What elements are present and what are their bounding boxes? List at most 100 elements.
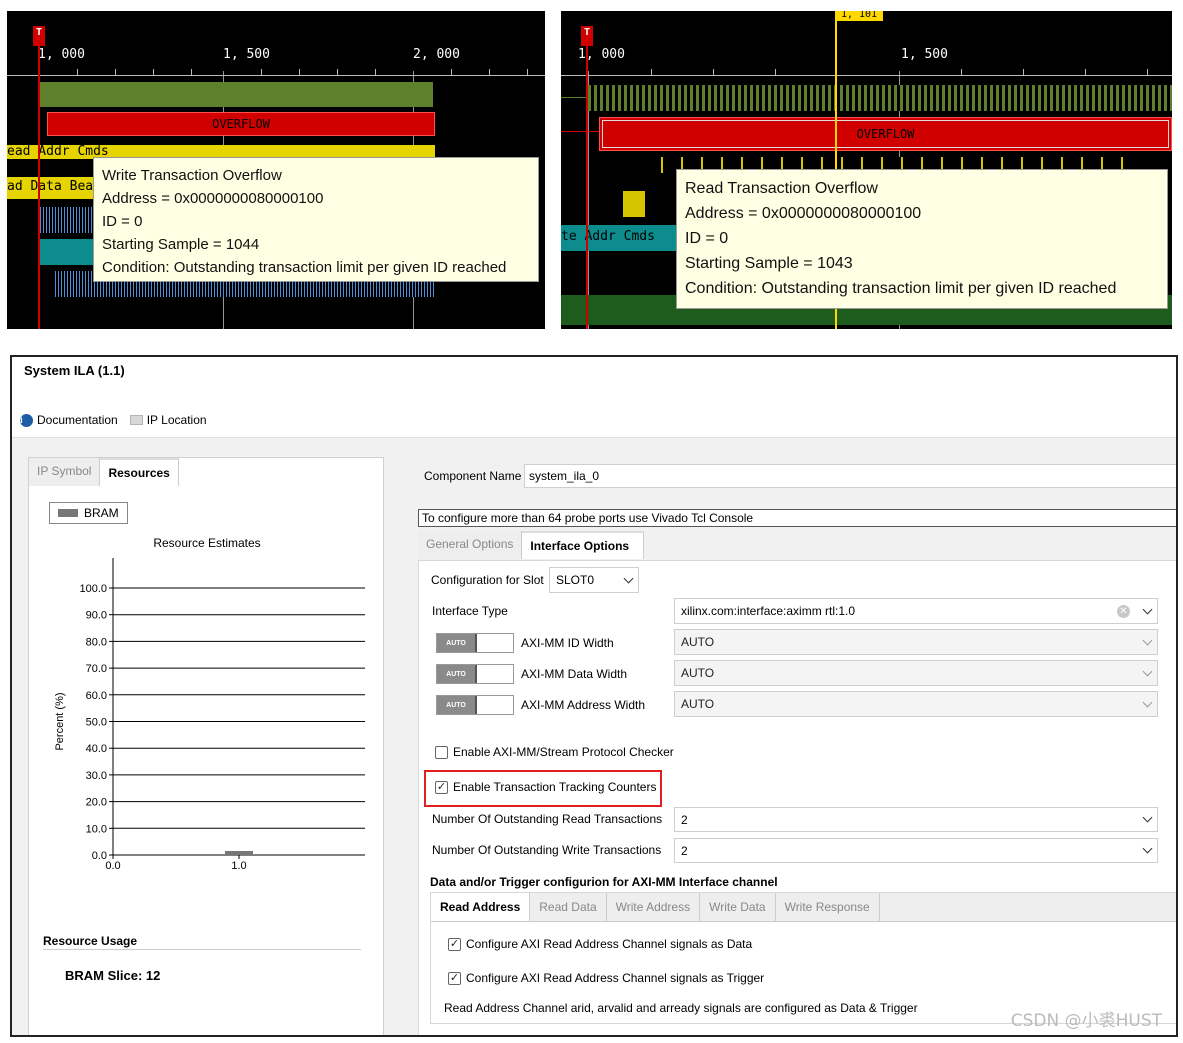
clear-icon[interactable]: ✕ bbox=[1117, 604, 1130, 618]
tickmark bbox=[1085, 69, 1086, 75]
addr-width-select[interactable]: AUTO bbox=[674, 691, 1158, 717]
component-name-input[interactable]: system_ila_0 bbox=[524, 464, 1176, 488]
tab-read-data[interactable]: Read Data bbox=[530, 893, 607, 921]
data-width-auto-toggle[interactable]: AUTO bbox=[436, 664, 514, 684]
tickmark bbox=[651, 69, 652, 75]
ip-location-label: IP Location bbox=[146, 413, 207, 427]
signal-label: ad Data Bea bbox=[7, 179, 94, 194]
id-width-select[interactable]: AUTO bbox=[674, 629, 1158, 655]
protocol-checker-checkbox[interactable] bbox=[435, 746, 448, 759]
channel-section-title: Data and/or Trigger configurion for AXI-… bbox=[430, 875, 778, 889]
resources-panel: IP Symbol Resources BRAM Resource Estima… bbox=[28, 457, 384, 1035]
data-width-select[interactable]: AUTO bbox=[674, 660, 1158, 686]
tick-label: 1, 500 bbox=[901, 47, 948, 62]
outstanding-read-value: 2 bbox=[681, 812, 688, 827]
component-name-label: Component Name bbox=[424, 469, 522, 483]
tooltip-id: ID = 0 bbox=[685, 230, 729, 247]
tick-label: 1, 000 bbox=[38, 47, 85, 62]
option-tabs: General Options Interface Options bbox=[418, 531, 645, 559]
x-tick-label: 1.0 bbox=[231, 860, 246, 872]
time-axis bbox=[7, 75, 545, 76]
overflow-bar: OVERFLOW bbox=[599, 117, 1172, 151]
signal-bar-green bbox=[40, 82, 433, 107]
tickmark bbox=[489, 69, 490, 75]
channel-tabs: Read Address Read Data Write Address Wri… bbox=[431, 893, 1176, 922]
tooltip-sample: Starting Sample = 1044 bbox=[102, 236, 260, 253]
toggle-knob: AUTO bbox=[437, 634, 477, 652]
x-tick-label: 0.0 bbox=[105, 860, 120, 872]
trigger-cursor[interactable] bbox=[38, 35, 40, 329]
chevron-down-icon bbox=[623, 573, 634, 583]
interface-type-select[interactable]: xilinx.com:interface:aximm rtl:1.0 ✕ bbox=[674, 598, 1158, 624]
waveform-right[interactable]: 1, 000 1, 500 OVERFLOW te Addr Cmds 1, 1… bbox=[561, 11, 1172, 329]
cfg-as-data-label: Configure AXI Read Address Channel signa… bbox=[466, 937, 753, 951]
tracking-counters-checkbox[interactable]: ✓ bbox=[435, 781, 448, 794]
outstanding-read-select[interactable]: 2 bbox=[674, 807, 1158, 832]
documentation-link[interactable]: i Documentation bbox=[20, 413, 118, 427]
y-tick-label: 50.0 bbox=[86, 717, 107, 729]
cfg-as-trigger-label: Configure AXI Read Address Channel signa… bbox=[466, 971, 765, 985]
outstanding-write-select[interactable]: 2 bbox=[674, 838, 1158, 863]
y-axis-label: Percent (%) bbox=[54, 692, 66, 750]
outstanding-write-label: Number Of Outstanding Write Transactions bbox=[432, 843, 662, 857]
waveform-left[interactable]: 1, 000 1, 500 2, 000 OVERFLOW ead Addr C… bbox=[7, 11, 545, 329]
tooltip-title: Write Transaction Overflow bbox=[102, 167, 282, 184]
tooltip-sample: Starting Sample = 1043 bbox=[685, 255, 853, 272]
tab-interface-options[interactable]: Interface Options bbox=[522, 531, 645, 559]
config-slot-select[interactable]: SLOT0 bbox=[549, 567, 639, 593]
cursor-flag[interactable]: 1, 101 bbox=[835, 11, 883, 21]
tab-write-response[interactable]: Write Response bbox=[775, 893, 880, 921]
id-width-auto-toggle[interactable]: AUTO bbox=[436, 633, 514, 653]
tickmark bbox=[713, 69, 714, 75]
addr-width-label: AXI-MM Address Width bbox=[521, 698, 646, 712]
toggle-knob: AUTO bbox=[437, 696, 477, 714]
ip-location-link[interactable]: IP Location bbox=[129, 413, 207, 427]
chevron-down-icon bbox=[1142, 697, 1153, 707]
tooltip-address: Address = 0x0000000080000100 bbox=[102, 190, 324, 207]
tab-write-address[interactable]: Write Address bbox=[606, 893, 701, 921]
outstanding-write-value: 2 bbox=[681, 843, 688, 858]
trigger-marker[interactable]: T bbox=[33, 26, 45, 46]
tooltip-title: Read Transaction Overflow bbox=[685, 180, 878, 197]
tickmark bbox=[153, 69, 154, 75]
tickmark bbox=[77, 69, 78, 75]
tick-label: 1, 500 bbox=[223, 47, 270, 62]
notice-text: To configure more than 64 probe ports us… bbox=[418, 509, 1176, 527]
addr-width-auto-toggle[interactable]: AUTO bbox=[436, 695, 514, 715]
chevron-down-icon bbox=[1142, 812, 1153, 823]
y-tick-label: 60.0 bbox=[86, 690, 107, 702]
resource-usage-value: BRAM Slice: 12 bbox=[65, 968, 161, 983]
cfg-as-data-checkbox[interactable]: ✓ bbox=[448, 938, 461, 951]
divider bbox=[43, 949, 361, 950]
trigger-marker[interactable]: T bbox=[581, 26, 593, 46]
tooltip-condition: Condition: Outstanding transaction limit… bbox=[685, 280, 1117, 297]
tickmark bbox=[451, 69, 452, 75]
trigger-cursor[interactable] bbox=[586, 35, 588, 329]
cfg-as-trigger-checkbox[interactable]: ✓ bbox=[448, 972, 461, 985]
tickmark bbox=[775, 69, 776, 75]
overflow-bar: OVERFLOW bbox=[47, 112, 435, 136]
tickmark bbox=[337, 69, 338, 75]
tab-read-address[interactable]: Read Address bbox=[431, 893, 531, 921]
bar-bram bbox=[225, 850, 253, 855]
overflow-label: OVERFLOW bbox=[856, 127, 915, 141]
y-tick-label: 100.0 bbox=[79, 583, 107, 595]
interface-type-value: xilinx.com:interface:aximm rtl:1.0 bbox=[681, 604, 856, 618]
id-width-value: AUTO bbox=[681, 635, 715, 649]
config-slot-value: SLOT0 bbox=[556, 573, 595, 587]
signal-hatch bbox=[40, 207, 100, 233]
tickmark bbox=[299, 69, 300, 75]
folder-icon bbox=[129, 415, 143, 425]
addr-width-value: AUTO bbox=[681, 697, 715, 711]
id-width-label: AXI-MM ID Width bbox=[521, 636, 614, 650]
chevron-down-icon bbox=[1142, 635, 1153, 645]
y-tick-label: 40.0 bbox=[86, 743, 107, 755]
signal-bar-yellow bbox=[623, 191, 645, 217]
tab-write-data[interactable]: Write Data bbox=[700, 893, 776, 921]
y-tick-label: 10.0 bbox=[86, 823, 107, 835]
tab-general-options[interactable]: General Options bbox=[418, 531, 523, 559]
signal-line bbox=[561, 131, 601, 132]
chevron-down-icon bbox=[1142, 666, 1153, 676]
y-tick-label: 30.0 bbox=[86, 770, 107, 782]
outstanding-read-label: Number Of Outstanding Read Transactions bbox=[432, 812, 663, 826]
